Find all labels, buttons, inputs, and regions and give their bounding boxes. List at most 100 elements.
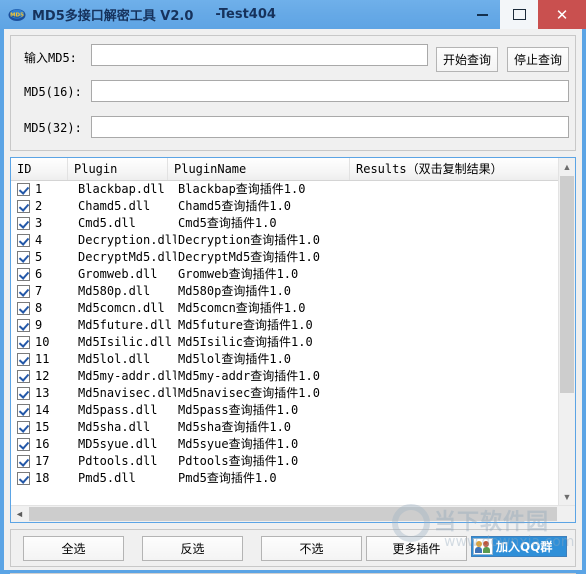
table-row[interactable]: 16 MD5syue.dll Md5syue查询插件1.0 — [11, 436, 559, 453]
row-checkbox[interactable] — [17, 285, 30, 298]
row-result — [360, 283, 555, 300]
row-result — [360, 436, 555, 453]
plugin-list[interactable]: ID Plugin PluginName Results（双击复制结果） 1 Bl… — [10, 157, 576, 523]
maximize-button[interactable] — [500, 0, 538, 29]
column-header-results[interactable]: Results（双击复制结果） — [350, 158, 559, 180]
row-plugin-name: Pmd5查询插件1.0 — [178, 471, 277, 485]
table-row[interactable]: 10 Md5Isilic.dll Md5Isilic查询插件1.0 — [11, 334, 559, 351]
row-plugin-name: Blackbap查询插件1.0 — [178, 182, 306, 196]
table-row[interactable]: 12 Md5my-addr.dll Md5my-addr查询插件1.0 — [11, 368, 559, 385]
list-header: ID Plugin PluginName Results（双击复制结果） — [11, 158, 575, 181]
table-row[interactable]: 17 Pdtools.dll Pdtools查询插件1.0 — [11, 453, 559, 470]
row-result — [360, 266, 555, 283]
horizontal-scrollbar[interactable]: ◄ — [11, 505, 575, 522]
row-result — [360, 385, 555, 402]
table-row[interactable]: 13 Md5navisec.dll Md5navisec查询插件1.0 — [11, 385, 559, 402]
row-plugin-name: Md5navisec查询插件1.0 — [178, 386, 320, 400]
title-bar[interactable]: MD5 MD5多接口解密工具 V2.0 -Test404 ✕ — [0, 0, 586, 29]
row-result — [360, 198, 555, 215]
row-id: 1 — [35, 182, 43, 196]
join-qq-group-button[interactable]: 加入QQ群 — [471, 536, 567, 557]
row-checkbox[interactable] — [17, 183, 30, 196]
table-row[interactable]: 4 Decryption.dll Decryption查询插件1.0 — [11, 232, 559, 249]
column-header-plugin[interactable]: Plugin — [68, 158, 168, 180]
invert-selection-button[interactable]: 反选 — [142, 536, 243, 561]
row-checkbox[interactable] — [17, 336, 30, 349]
row-plugin-name: Md5lol查询插件1.0 — [178, 352, 292, 366]
row-checkbox[interactable] — [17, 251, 30, 264]
row-checkbox[interactable] — [17, 319, 30, 332]
vertical-scroll-thumb[interactable] — [560, 176, 574, 393]
md5-16-label: MD5(16): — [24, 85, 82, 99]
md5-16-field[interactable] — [91, 80, 569, 102]
window-title: MD5多接口解密工具 V2.0 — [32, 9, 194, 24]
action-panel: 全选 反选 不选 更多插件 加入QQ群 — [10, 529, 576, 567]
table-row[interactable]: 9 Md5future.dll Md5future查询插件1.0 — [11, 317, 559, 334]
table-row[interactable]: 8 Md5comcn.dll Md5comcn查询插件1.0 — [11, 300, 559, 317]
row-plugin-name: Md5Isilic查询插件1.0 — [178, 335, 313, 349]
row-result — [360, 249, 555, 266]
table-row[interactable]: 1 Blackbap.dll Blackbap查询插件1.0 — [11, 181, 559, 198]
table-row[interactable]: 2 Chamd5.dll Chamd5查询插件1.0 — [11, 198, 559, 215]
row-checkbox[interactable] — [17, 472, 30, 485]
table-row[interactable]: 11 Md5lol.dll Md5lol查询插件1.0 — [11, 351, 559, 368]
row-id: 14 — [35, 403, 50, 417]
row-plugin: Cmd5.dll — [78, 216, 136, 230]
row-checkbox[interactable] — [17, 370, 30, 383]
minimize-button[interactable] — [464, 0, 500, 29]
more-plugins-button[interactable]: 更多插件 — [366, 536, 467, 561]
horizontal-scroll-thumb[interactable] — [29, 507, 557, 521]
column-header-id[interactable]: ID — [11, 158, 68, 180]
row-id: 3 — [35, 216, 43, 230]
row-plugin: Chamd5.dll — [78, 199, 151, 213]
select-none-button[interactable]: 不选 — [261, 536, 362, 561]
input-md5-field[interactable] — [91, 44, 428, 66]
input-md5-label: 输入MD5: — [24, 51, 77, 65]
window-subtitle: -Test404 — [215, 7, 276, 22]
row-result — [360, 300, 555, 317]
vertical-scrollbar[interactable]: ▲ ▼ — [558, 158, 575, 522]
row-checkbox[interactable] — [17, 455, 30, 468]
join-qq-group-label: 加入QQ群 — [496, 540, 553, 554]
row-id: 16 — [35, 437, 50, 451]
row-checkbox[interactable] — [17, 217, 30, 230]
start-query-button[interactable]: 开始查询 — [436, 47, 498, 72]
close-button[interactable]: ✕ — [538, 0, 586, 29]
input-row-md5: 输入MD5: 开始查询 停止查询 — [11, 44, 575, 72]
md5-32-field[interactable] — [91, 116, 569, 138]
row-id: 2 — [35, 199, 43, 213]
row-result — [360, 453, 555, 470]
table-row[interactable]: 15 Md5sha.dll Md5sha查询插件1.0 — [11, 419, 559, 436]
table-row[interactable]: 6 Gromweb.dll Gromweb查询插件1.0 — [11, 266, 559, 283]
row-id: 18 — [35, 471, 50, 485]
row-checkbox[interactable] — [17, 234, 30, 247]
table-row[interactable]: 14 Md5pass.dll Md5pass查询插件1.0 — [11, 402, 559, 419]
row-checkbox[interactable] — [17, 302, 30, 315]
row-plugin: Md5lol.dll — [78, 352, 151, 366]
row-id: 10 — [35, 335, 50, 349]
row-result — [360, 368, 555, 385]
row-checkbox[interactable] — [17, 200, 30, 213]
scroll-left-icon[interactable]: ◄ — [11, 506, 28, 522]
column-header-pluginname[interactable]: PluginName — [168, 158, 350, 180]
scroll-down-icon[interactable]: ▼ — [559, 488, 575, 505]
row-plugin-name: Md5future查询插件1.0 — [178, 318, 313, 332]
row-id: 7 — [35, 284, 43, 298]
row-id: 15 — [35, 420, 50, 434]
table-row[interactable]: 7 Md580p.dll Md580p查询插件1.0 — [11, 283, 559, 300]
row-checkbox[interactable] — [17, 353, 30, 366]
table-row[interactable]: 18 Pmd5.dll Pmd5查询插件1.0 — [11, 470, 559, 487]
row-checkbox[interactable] — [17, 404, 30, 417]
table-row[interactable]: 3 Cmd5.dll Cmd5查询插件1.0 — [11, 215, 559, 232]
row-checkbox[interactable] — [17, 421, 30, 434]
scroll-up-icon[interactable]: ▲ — [559, 158, 575, 175]
stop-query-button[interactable]: 停止查询 — [507, 47, 569, 72]
row-checkbox[interactable] — [17, 387, 30, 400]
row-checkbox[interactable] — [17, 438, 30, 451]
row-plugin-name: Md5pass查询插件1.0 — [178, 403, 299, 417]
row-plugin-name: Md5comcn查询插件1.0 — [178, 301, 306, 315]
row-checkbox[interactable] — [17, 268, 30, 281]
select-all-button[interactable]: 全选 — [23, 536, 124, 561]
table-row[interactable]: 5 DecryptMd5.dll DecryptMd5查询插件1.0 — [11, 249, 559, 266]
row-plugin: Md5sha.dll — [78, 420, 151, 434]
